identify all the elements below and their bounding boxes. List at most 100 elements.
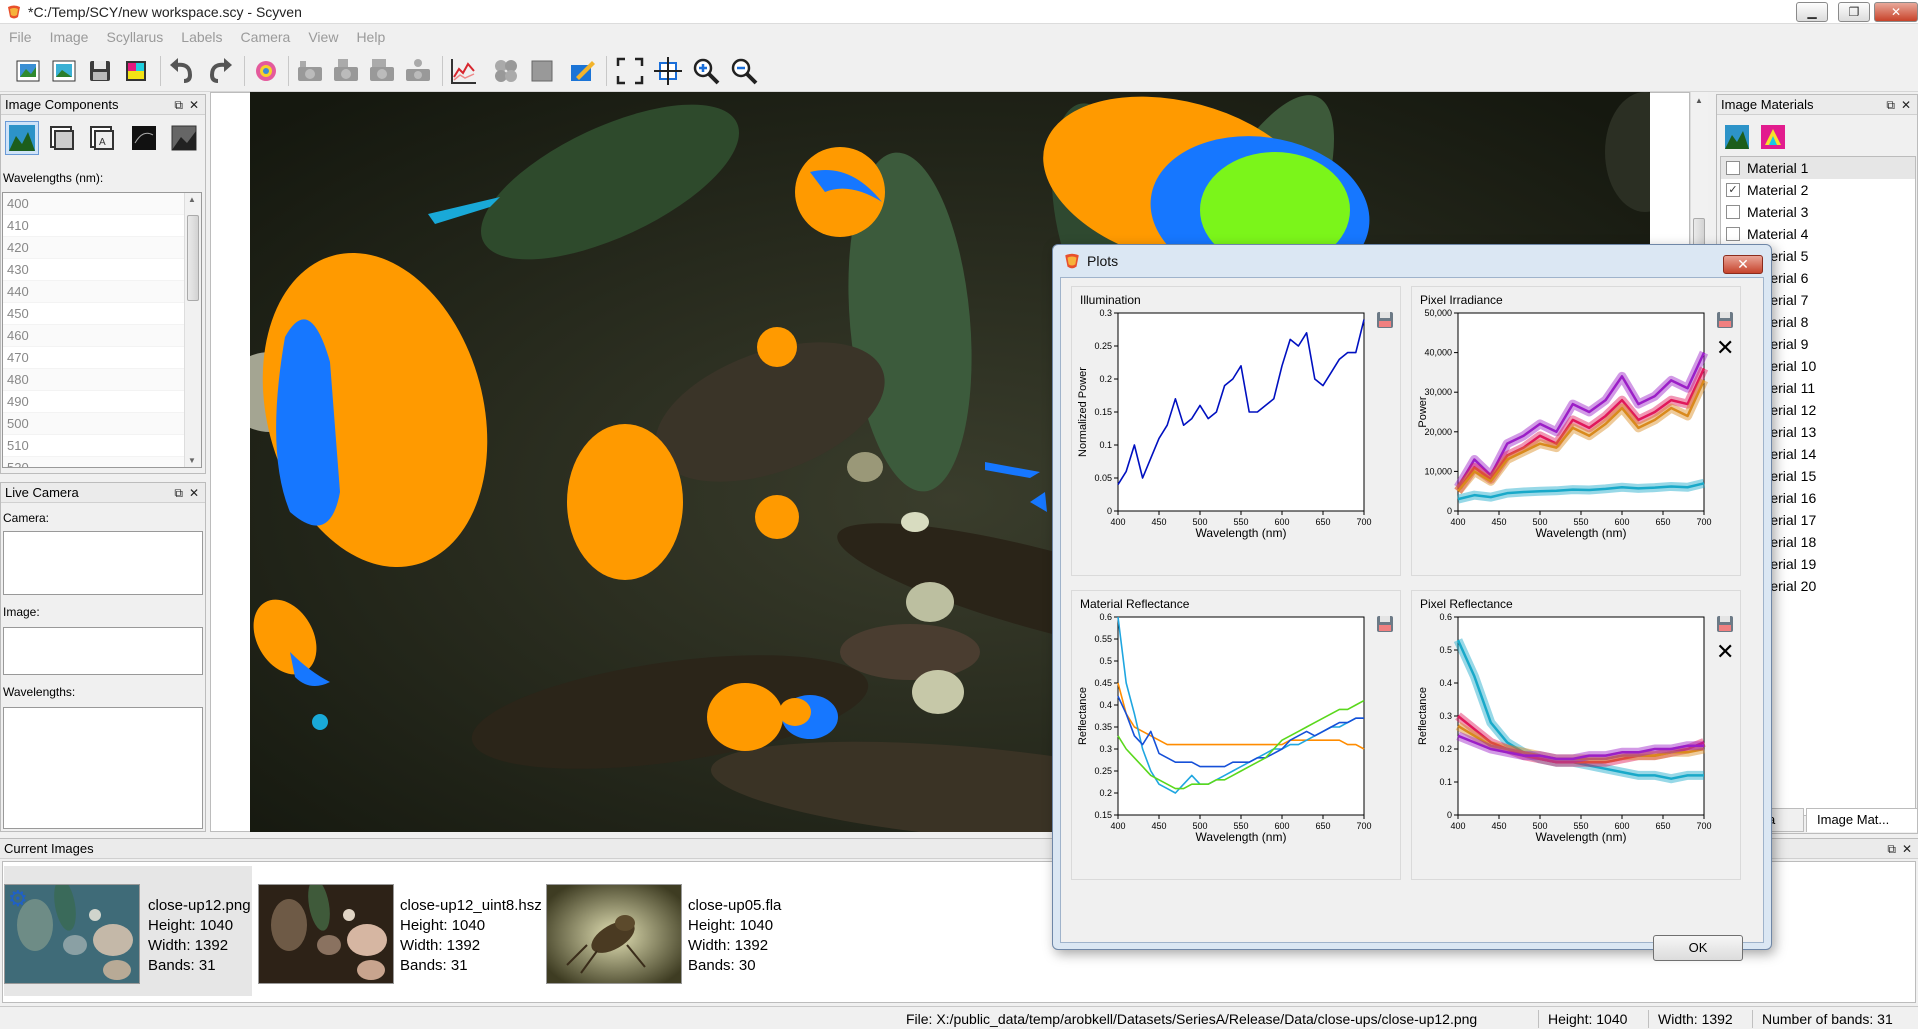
close-dock-icon[interactable]: ✕ [1901, 95, 1911, 115]
save-button[interactable] [84, 55, 116, 87]
y-axis-label: Reflectance [1077, 687, 1089, 745]
scroll-up-icon[interactable]: ▲ [188, 195, 196, 204]
save-plot-icon[interactable] [1376, 615, 1394, 633]
text-layer-button[interactable]: A [87, 123, 117, 153]
menu-labels[interactable]: Labels [172, 26, 231, 48]
open-image-button[interactable] [48, 55, 80, 87]
plots-close-button[interactable]: ✕ [1723, 255, 1763, 274]
close-dock-icon[interactable]: ✕ [1902, 839, 1912, 859]
float-dock-icon[interactable]: ⧉ [1886, 95, 1895, 115]
toolbar-separator [442, 56, 443, 86]
close-dock-icon[interactable]: ✕ [189, 95, 199, 115]
image-card-close-up12-uint8[interactable]: close-up12_uint8.hsz Height: 1040 Width:… [258, 866, 542, 996]
segment-button[interactable] [490, 55, 522, 87]
save-plot-icon[interactable] [1716, 615, 1734, 633]
wavelength-item[interactable]: 490 [3, 391, 201, 413]
zoom-in-button[interactable] [690, 55, 722, 87]
camera-connect-button[interactable] [294, 55, 326, 87]
undo-button[interactable] [166, 55, 198, 87]
actual-size-button[interactable] [652, 55, 684, 87]
menu-view[interactable]: View [299, 26, 347, 48]
wavelength-item[interactable]: 400 [3, 193, 201, 215]
camera-image-list[interactable] [3, 627, 203, 675]
camera-settings-button[interactable] [366, 55, 398, 87]
scroll-down-icon[interactable]: ▼ [188, 456, 196, 465]
menu-camera[interactable]: Camera [232, 26, 300, 48]
y-tick-label: 0.1 [1439, 777, 1452, 787]
save-plot-icon[interactable] [1376, 311, 1394, 329]
save-plot-icon[interactable] [1716, 311, 1734, 329]
image-materials-header: Image Materials ⧉ ✕ [1717, 95, 1917, 115]
menu-scyllarus[interactable]: Scyllarus [97, 26, 172, 48]
camera-wavelength-list[interactable] [3, 707, 203, 829]
wavelength-item[interactable]: 510 [3, 435, 201, 457]
status-bands: Number of bands: 31 [1762, 1011, 1893, 1027]
material-map-button[interactable] [1759, 123, 1787, 151]
material-label: Material 3 [1747, 204, 1809, 220]
y-axis-label: Reflectance [1417, 687, 1429, 745]
mask-view-button[interactable] [129, 123, 159, 153]
wavelength-scrollbar[interactable]: ▲ ▼ [184, 193, 201, 467]
wavelength-item[interactable]: 410 [3, 215, 201, 237]
rgb-icon [126, 61, 146, 81]
material-checkbox[interactable]: ✓ [1726, 183, 1740, 197]
menu-file[interactable]: File [0, 26, 41, 48]
wavelength-item[interactable]: 470 [3, 347, 201, 369]
minimize-button[interactable]: ▁ [1796, 2, 1828, 22]
material-item[interactable]: Material 3 [1721, 201, 1915, 223]
edit-labels-button[interactable] [566, 55, 598, 87]
close-window-button[interactable]: ✕ [1874, 2, 1918, 22]
y-tick-label: 0.3 [1439, 711, 1452, 721]
zoom-out-icon [731, 58, 758, 85]
export-rgb-button[interactable] [120, 55, 152, 87]
wavelength-list[interactable]: 400 410 420 430 440 450 460 470 480 490 … [2, 192, 202, 468]
live-camera-header: Live Camera ⧉ ✕ [1, 483, 205, 503]
wavelength-item[interactable]: 480 [3, 369, 201, 391]
plots-dialog-titlebar[interactable]: Plots ✕ [1053, 245, 1771, 275]
wavelength-item[interactable]: 450 [3, 303, 201, 325]
plots-button[interactable] [448, 55, 480, 87]
plots-dialog-body: Illumination 400 450 500 550 600 650 700 0 0.05 0… [1060, 277, 1764, 943]
remove-pixels-icon[interactable]: ✕ [1716, 639, 1734, 665]
wavelength-item[interactable]: 500 [3, 413, 201, 435]
camera-disconnect-button[interactable] [402, 55, 434, 87]
image-card-close-up12[interactable]: ⚙ close-up12.png Height: 1040 Width: 139… [4, 866, 252, 996]
select-region-button[interactable] [526, 55, 558, 87]
remove-pixels-icon[interactable]: ✕ [1716, 335, 1734, 361]
camera-wavelengths-label: Wavelengths: [3, 685, 76, 699]
grayscale-view-button[interactable] [169, 123, 199, 153]
material-checkbox[interactable] [1726, 205, 1740, 219]
scroll-thumb[interactable] [187, 215, 199, 301]
material-checkbox[interactable] [1726, 161, 1740, 175]
zoom-out-button[interactable] [728, 55, 760, 87]
scroll-up-icon[interactable]: ▲ [1695, 96, 1703, 105]
float-dock-icon[interactable]: ⧉ [1887, 839, 1896, 859]
redo-button[interactable] [204, 55, 236, 87]
float-dock-icon[interactable]: ⧉ [174, 483, 183, 503]
image-card-close-up05[interactable]: close-up05.fla Height: 1040 Width: 1392 … [546, 866, 806, 996]
ok-button[interactable]: OK [1653, 935, 1743, 961]
material-item[interactable]: Material 4 [1721, 223, 1915, 245]
wavelength-item[interactable]: 430 [3, 259, 201, 281]
wavelength-item[interactable]: 520 [3, 457, 201, 467]
process-button[interactable] [250, 55, 282, 87]
camera-list[interactable] [3, 531, 203, 595]
camera-capture-button[interactable] [330, 55, 362, 87]
menu-image[interactable]: Image [41, 26, 98, 48]
float-dock-icon[interactable]: ⧉ [174, 95, 183, 115]
menu-help[interactable]: Help [347, 26, 394, 48]
tab-image-materials[interactable]: Image Mat... [1806, 808, 1918, 832]
wavelength-item[interactable]: 420 [3, 237, 201, 259]
restore-button[interactable]: ❐ [1838, 2, 1870, 22]
fit-to-window-button[interactable] [614, 55, 646, 87]
material-item[interactable]: Material 1 [1721, 157, 1915, 179]
band-view-button[interactable] [47, 123, 77, 153]
material-item[interactable]: ✓ Material 2 [1721, 179, 1915, 201]
wavelength-item[interactable]: 460 [3, 325, 201, 347]
wavelength-item[interactable]: 440 [3, 281, 201, 303]
material-checkbox[interactable] [1726, 227, 1740, 241]
new-workspace-button[interactable] [12, 55, 44, 87]
rgb-view-button[interactable] [5, 121, 39, 155]
material-view-button[interactable] [1723, 123, 1751, 151]
close-dock-icon[interactable]: ✕ [189, 483, 199, 503]
